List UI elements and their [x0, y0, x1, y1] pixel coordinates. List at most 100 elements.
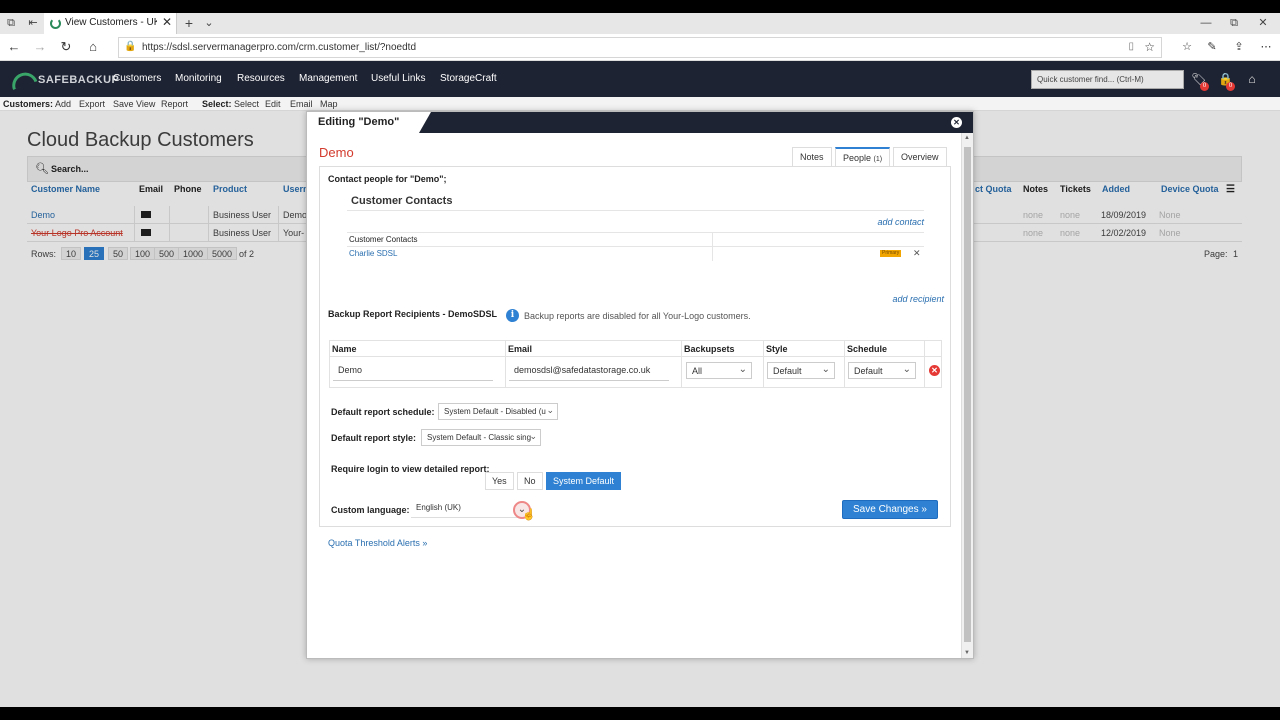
contacts-table: Customer Contacts Charlie SDSL Primary ✕: [347, 232, 924, 261]
cell-divider: [763, 341, 764, 387]
remove-contact-icon[interactable]: ✕: [913, 248, 921, 259]
require-login-system-default[interactable]: System Default: [546, 472, 622, 490]
more-icon[interactable]: ⋯: [1258, 39, 1274, 55]
chevron-down-icon: ⌄: [529, 431, 537, 441]
recipient-email-input[interactable]: demosdsl@safedatastorage.co.uk: [509, 361, 669, 381]
recipient-col-backupsets: Backupsets: [684, 344, 735, 354]
save-changes-button[interactable]: Save Changes »: [842, 500, 938, 519]
tab-actions-icon[interactable]: ⧉: [4, 16, 18, 30]
select-action[interactable]: Select: [234, 99, 259, 109]
back-icon[interactable]: ←: [6, 39, 22, 55]
scrollbar-thumb[interactable]: [964, 147, 971, 642]
refresh-icon[interactable]: ↻: [58, 39, 74, 55]
tab-back-icon[interactable]: ⇤: [26, 16, 40, 30]
email-action[interactable]: Email: [290, 99, 313, 109]
dialog-scrollbar[interactable]: ▲ ▼: [961, 133, 973, 658]
chevron-down-icon: ⌄: [821, 364, 830, 375]
table-divider: [330, 356, 941, 357]
cell-divider: [681, 341, 682, 387]
close-dialog-icon[interactable]: ✕: [951, 117, 962, 128]
close-tab-icon[interactable]: ✕: [162, 15, 172, 29]
tab-people[interactable]: People (1): [835, 147, 891, 167]
info-icon: i: [506, 309, 519, 322]
brand-text: SAFEBACKUP: [38, 74, 120, 86]
contacts-header: Customer Contacts: [349, 235, 418, 244]
dialog-body: Demo Notes People (1) Overview Contact p…: [319, 133, 951, 548]
nav-useful-links[interactable]: Useful Links: [371, 73, 425, 84]
tab-notes-label: Notes: [800, 152, 824, 162]
custom-language-label: Custom language:: [331, 505, 410, 515]
dialog-title: Editing "Demo": [318, 116, 400, 128]
backupsets-select[interactable]: All ⌄: [686, 362, 752, 379]
new-tab-icon[interactable]: +: [182, 16, 196, 30]
nav-storagecraft[interactable]: StorageCraft: [440, 73, 497, 84]
home-nav-icon[interactable]: ⌂: [1245, 72, 1259, 86]
quick-customer-find-input[interactable]: Quick customer find... (Ctrl-M): [1031, 70, 1184, 89]
quota-threshold-alerts-link[interactable]: Quota Threshold Alerts »: [328, 538, 427, 548]
recipient-name-input[interactable]: Demo: [333, 361, 493, 381]
reading-view-icon[interactable]: ▯: [1128, 41, 1134, 52]
customer-name-heading: Demo: [319, 145, 354, 160]
cell-divider: [712, 247, 713, 261]
cell-divider: [844, 341, 845, 387]
lock-icon: 🔒: [124, 41, 137, 52]
delete-recipient-icon[interactable]: ✕: [929, 365, 940, 376]
nav-customers[interactable]: Customers: [113, 73, 161, 84]
contact-name-link[interactable]: Charlie SDSL: [349, 249, 397, 258]
tab-notes[interactable]: Notes: [792, 147, 832, 166]
save-view-action[interactable]: Save View: [113, 99, 155, 109]
cell-divider: [712, 233, 713, 247]
map-action[interactable]: Map: [320, 99, 338, 109]
logo-swoosh-icon: [8, 68, 38, 91]
scroll-down-icon[interactable]: ▼: [964, 650, 970, 656]
favorite-star-icon[interactable]: ☆: [1144, 40, 1155, 54]
dialog-header: Editing "Demo" ✕: [307, 112, 973, 133]
scroll-up-icon[interactable]: ▲: [964, 135, 970, 141]
favorites-icon[interactable]: ☆: [1179, 39, 1195, 55]
tab-overview-label: Overview: [901, 152, 939, 162]
customers-toolbar: Customers: Add Export Save View Report S…: [0, 97, 1280, 111]
schedule-select[interactable]: Default ⌄: [848, 362, 916, 379]
recipient-col-style: Style: [766, 344, 788, 354]
backup-report-recipients-label: Backup Report Recipients - DemoSDSL: [328, 309, 498, 319]
nav-monitoring[interactable]: Monitoring: [175, 73, 222, 84]
style-select[interactable]: Default ⌄: [767, 362, 835, 379]
require-login-no[interactable]: No: [517, 472, 543, 490]
custom-language-select[interactable]: English (UK): [411, 500, 527, 518]
tab-overview[interactable]: Overview: [893, 147, 947, 166]
tickets-badge: 0: [1200, 82, 1209, 91]
browser-tab-title: View Customers - UK Cl: [65, 17, 157, 28]
contact-people-label: Contact people for "Demo";: [328, 174, 447, 184]
tab-people-label: People: [843, 153, 872, 163]
add-recipient-link[interactable]: add recipient: [892, 294, 944, 304]
url-text: https://sdsl.servermanagerpro.com/crm.cu…: [142, 42, 416, 53]
default-report-style-label: Default report style:: [331, 433, 417, 443]
recipient-col-name: Name: [332, 344, 357, 354]
contact-row[interactable]: Charlie SDSL Primary ✕: [347, 246, 924, 261]
forward-icon[interactable]: →: [32, 39, 48, 55]
edit-action[interactable]: Edit: [265, 99, 281, 109]
default-report-schedule-select[interactable]: System Default - Disabled (u ⌄: [438, 403, 558, 420]
report-action[interactable]: Report: [161, 99, 188, 109]
export-action[interactable]: Export: [79, 99, 105, 109]
nav-resources[interactable]: Resources: [237, 73, 285, 84]
default-report-style-select[interactable]: System Default - Classic sing ⌄: [421, 429, 541, 446]
share-icon[interactable]: ⇪: [1231, 39, 1247, 55]
tab-list-chevron-icon[interactable]: ⌄: [202, 16, 216, 30]
close-window-icon[interactable]: ✕: [1256, 16, 1270, 30]
browser-tab-active[interactable]: View Customers - UK Cl ✕: [44, 13, 177, 34]
url-field[interactable]: 🔒 https://sdsl.servermanagerpro.com/crm.…: [118, 37, 1162, 58]
customers-toolbar-label: Customers:: [3, 99, 54, 109]
home-icon[interactable]: ⌂: [85, 39, 101, 55]
chevron-down-icon: ⌄: [902, 364, 911, 375]
require-login-yes[interactable]: Yes: [485, 472, 514, 490]
pen-icon[interactable]: ✎: [1204, 39, 1220, 55]
restore-icon[interactable]: ⧉: [1227, 16, 1241, 30]
primary-badge: Primary: [880, 250, 902, 257]
minimize-icon[interactable]: —: [1199, 16, 1213, 30]
add-contact-link[interactable]: add contact: [877, 217, 924, 227]
recipients-table: Name Email Backupsets Style Schedule Dem…: [329, 340, 942, 388]
add-action[interactable]: Add: [55, 99, 71, 109]
nav-management[interactable]: Management: [299, 73, 357, 84]
cell-divider: [505, 341, 506, 387]
